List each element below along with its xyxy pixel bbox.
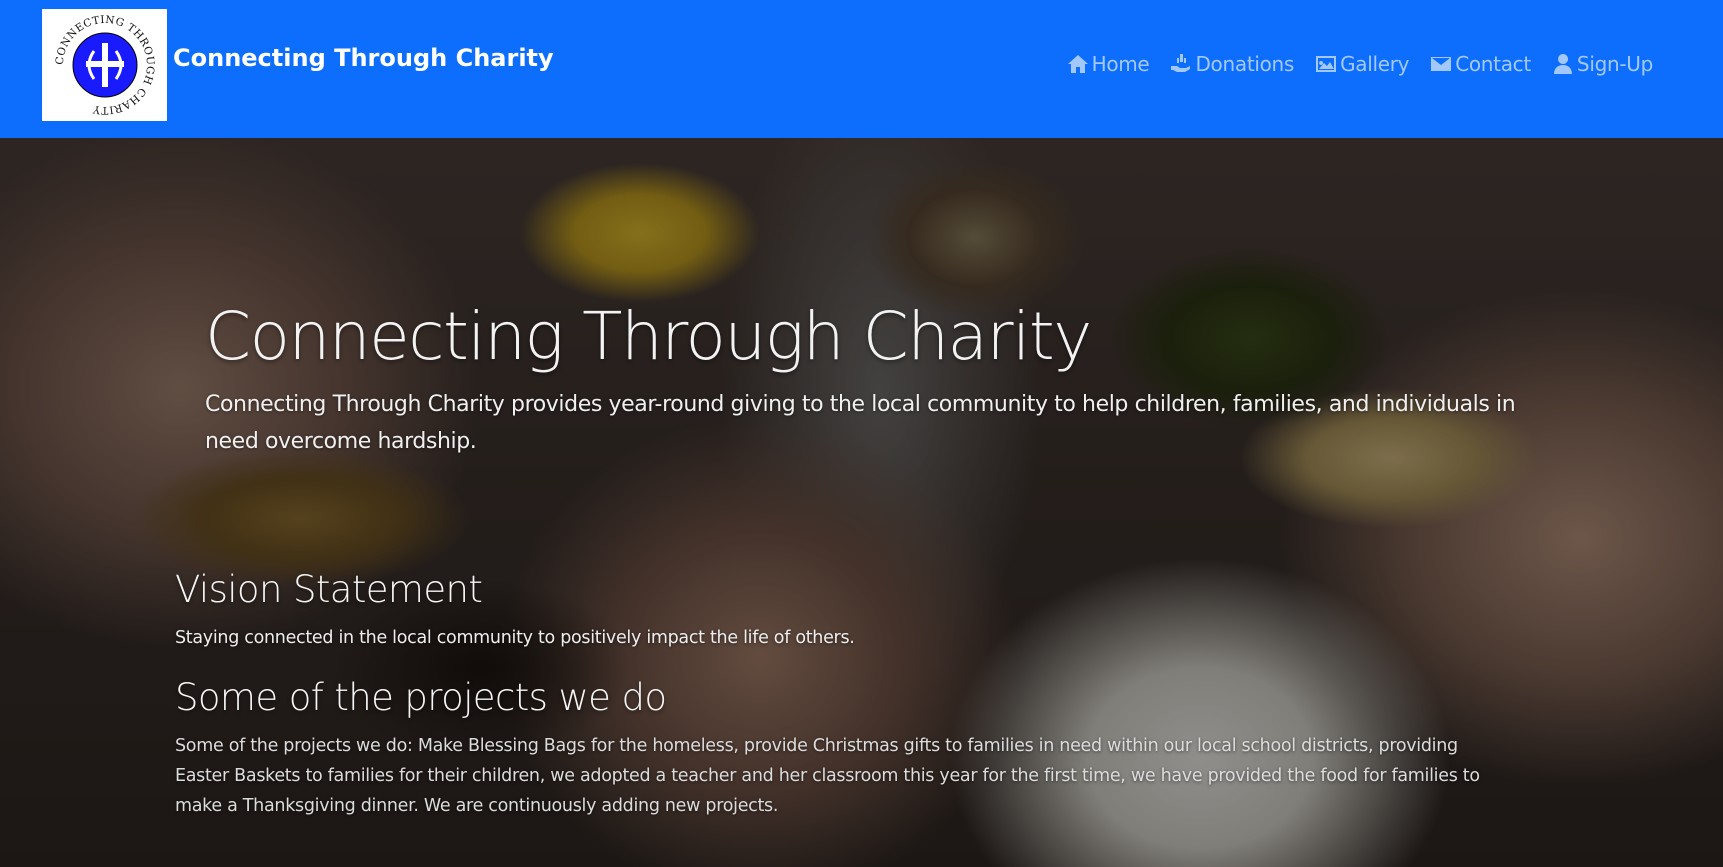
nav-label-donations: Donations [1195, 52, 1295, 76]
nav-label-signup: Sign-Up [1576, 52, 1653, 76]
nav-link-home[interactable]: Home [1066, 52, 1150, 76]
hand-donation-icon [1171, 54, 1191, 72]
nav-item-gallery: Gallery [1314, 52, 1410, 76]
brand-link[interactable]: Connecting Through Charity [173, 44, 554, 72]
vision-heading: Vision Statement [175, 568, 483, 611]
house-icon [1067, 55, 1088, 73]
nav-link-gallery[interactable]: Gallery [1314, 52, 1410, 76]
envelope-icon [1431, 57, 1452, 71]
hero-content: Connecting Through Charity Connecting Th… [0, 138, 1723, 867]
hero-section: Connecting Through Charity Connecting Th… [0, 138, 1723, 867]
nav-item-signup: Sign-Up [1551, 52, 1653, 76]
nav-label-gallery: Gallery [1340, 52, 1410, 76]
hero-title: Connecting Through Charity [205, 298, 1092, 375]
nav-label-contact: Contact [1455, 52, 1531, 76]
projects-text: Some of the projects we do: Make Blessin… [175, 736, 1480, 816]
projects-heading: Some of the projects we do [175, 676, 667, 719]
navbar: CONNECTING THROUGH CHARITY Connecting Th… [0, 0, 1723, 138]
nav-label-home: Home [1091, 52, 1150, 76]
logo-emblem-icon: CONNECTING THROUGH CHARITY [53, 14, 155, 116]
nav-item-donations: Donations [1169, 52, 1294, 76]
person-icon [1553, 54, 1572, 74]
hero-lead: Connecting Through Charity provides year… [205, 392, 1516, 454]
nav-link-signup[interactable]: Sign-Up [1551, 52, 1653, 76]
nav-item-home: Home [1066, 52, 1150, 76]
nav-link-contact[interactable]: Contact [1429, 52, 1531, 76]
nav-link-donations[interactable]: Donations [1169, 52, 1294, 76]
image-icon [1316, 56, 1337, 72]
logo[interactable]: CONNECTING THROUGH CHARITY [42, 9, 167, 121]
vision-text: Staying connected in the local community… [175, 628, 855, 648]
nav-menu: Home Donations Gallery Contact Sign-Up [1066, 52, 1653, 76]
nav-item-contact: Contact [1429, 52, 1531, 76]
